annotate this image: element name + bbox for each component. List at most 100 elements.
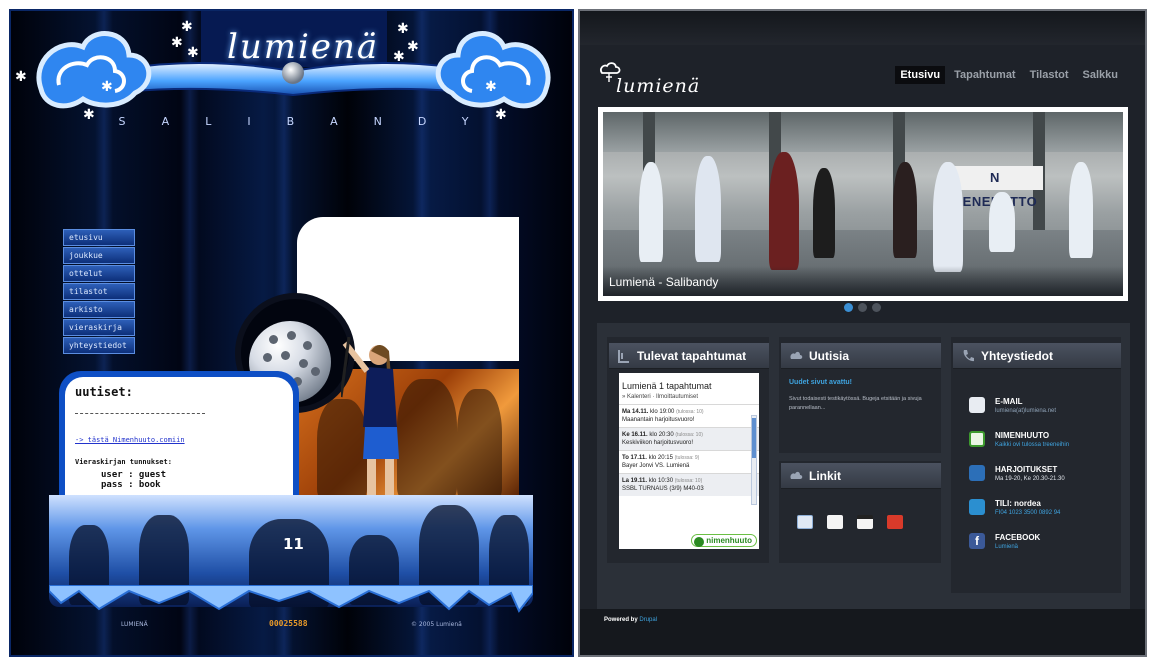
salibandyliitto-link-icon[interactable] [827,515,843,529]
news-article-title[interactable]: Uudet sivut avattu! [789,379,852,386]
player-figure [639,162,663,262]
events-scrollbar[interactable] [751,415,757,505]
old-nav-tilastot[interactable]: tilastot [63,283,135,300]
contact-label: E-MAIL [995,397,1023,406]
slider-dot-1[interactable] [844,303,853,312]
guestbook-title: Vieraskirjan tunnukset: [75,458,172,466]
old-nav-vieraskirja[interactable]: vieraskirja [63,319,135,336]
links-heading: Linkit [781,463,941,489]
ball-hole [287,331,296,340]
svg-text:✱: ✱ [397,21,409,37]
ball-hole [303,341,312,350]
facebook-icon: f [969,533,985,549]
player-figure [933,162,963,272]
news-icon [790,351,803,359]
event-title: Maanantain harjoitusvuoro! [622,417,695,423]
player-figure [769,152,799,270]
nimenhuuto-badge-text: nimenhuuto [706,536,752,545]
nimenhuuto-link[interactable]: -> tästä Nimenhuuto.comiin [75,436,283,444]
contact-heading-text: Yhteystiedot [981,349,1054,363]
svg-text:✱: ✱ [15,69,27,85]
old-nav-etusivu[interactable]: etusivu [63,229,135,246]
scroll-thumb[interactable] [752,418,756,458]
events-heading-text: Tulevat tapahtumat [637,349,747,363]
player-figure [695,156,721,262]
event-item[interactable]: La 19.11. klo 10:30 (tulossa: 10) SSBL TU… [619,473,759,496]
event-note: (tulossa: 10) [675,432,703,438]
nimenhuuto-icon [694,537,705,547]
news-heading: Uutisia [781,343,941,369]
event-item[interactable]: Ma 14.11. klo 19:00 (tulossa: 10) Maanant… [619,404,759,427]
old-nav-arkisto[interactable]: arkisto [63,301,135,318]
event-title: SSBL TURNAUS (3/9) M40-03 [622,486,704,492]
event-note: (tulossa: 10) [676,409,704,415]
sponsor-link-icon[interactable] [887,515,903,529]
icicle-border [49,585,533,613]
nav-salkku[interactable]: Salkku [1078,66,1123,84]
svg-text:✱: ✱ [187,45,199,61]
new-logo-text: lumienä [616,75,701,97]
contact-value: Ma 19-20, Ke 20.30-21.30 [995,476,1065,482]
news-article-text: Sivut todaisesti testikäytössä. Bugeja e… [789,396,922,411]
old-news-heading: uutiset: [75,385,133,399]
event-item[interactable]: To 17.11. klo 20:15 (tulossa: 9) Bayer Jo… [619,450,759,473]
slider-dot-2[interactable] [858,303,867,312]
slider-dots [844,303,881,312]
new-website: lumienä Etusivu Tapahtumat Tilastot Salk… [578,9,1147,657]
ball-hole [263,353,272,362]
drupal-link[interactable]: Drupal [639,617,657,623]
floorball-link-icon[interactable] [857,515,873,529]
guestbook-pass: pass : book [101,480,161,490]
links-icon [790,471,803,479]
player-figure [1069,162,1093,258]
jersey-number: 11 [283,535,304,553]
nimenhuuto-badge[interactable]: nimenhuuto [691,534,757,547]
contact-value: Lumienä [995,544,1019,550]
nav-tapahtumat[interactable]: Tapahtumat [949,66,1021,84]
nimenhuuto-link-icon[interactable] [797,515,813,529]
right-cloud-ornament [435,31,551,109]
player-figure [813,168,835,258]
events-box-links[interactable]: » Kalenteri · Ilmoittautumiset [619,391,759,404]
ball-hole [311,367,320,376]
contact-label: HARJOITUKSET [995,465,1058,474]
hall-wall [603,112,1123,152]
old-nav-joukkue[interactable]: joukkue [63,247,135,264]
visitor-counter: 00025588 [269,619,308,628]
slider-dot-3[interactable] [872,303,881,312]
old-tagline: SALIBANDY [118,115,505,128]
left-cloud-ornament [36,31,152,109]
image-slider[interactable]: N BENEDETTO Lumienä - Salibandy [598,107,1128,301]
nav-tilastot[interactable]: Tilastot [1025,66,1074,84]
old-nav-yhteystiedot[interactable]: yhteystiedot [63,337,135,354]
news-heading-text: Uutisia [809,349,850,363]
event-note: (tulossa: 9) [674,455,700,461]
svg-text:✱: ✱ [181,19,193,35]
event-title: Bayer Jonvi VS. Lumienä [622,463,690,469]
events-icon [618,350,629,363]
main-nav: Etusivu Tapahtumat Tilastot Salkku [895,66,1123,84]
nav-etusivu[interactable]: Etusivu [895,66,946,84]
svg-text:✱: ✱ [171,35,183,51]
mail-icon [969,397,985,413]
powered-by-label: Powered by [604,617,638,623]
slide-caption: Lumienä - Salibandy [609,275,719,289]
ball-hole [299,359,308,368]
events-heading: Tulevat tapahtumat [609,343,769,369]
event-date: Ke 16.11. [622,432,648,438]
content-area: Tulevat tapahtumat Lumienä 1 tapahtumat … [597,323,1130,609]
player-girl-image [341,337,399,497]
contact-heading: Yhteystiedot [953,343,1121,369]
sponsor-banner: N BENEDETTO [947,166,1043,209]
powered-by: Powered by Drupal [604,617,657,623]
contact-label: FACEBOOK [995,533,1041,542]
divider [75,413,205,414]
event-item[interactable]: Ke 16.11. klo 20:30 (tulossa: 10) Keskivi… [619,427,759,450]
player-silhouette [457,389,502,495]
event-date: La 19.11. [622,478,648,484]
contact-label: TILI: nordea [995,499,1041,508]
old-nav-ottelut[interactable]: ottelut [63,265,135,282]
svg-text:✱: ✱ [407,39,419,55]
guestbook-credentials: user : guest pass : book [101,470,283,490]
events-box-title: Lumienä 1 tapahtumat [622,381,712,391]
